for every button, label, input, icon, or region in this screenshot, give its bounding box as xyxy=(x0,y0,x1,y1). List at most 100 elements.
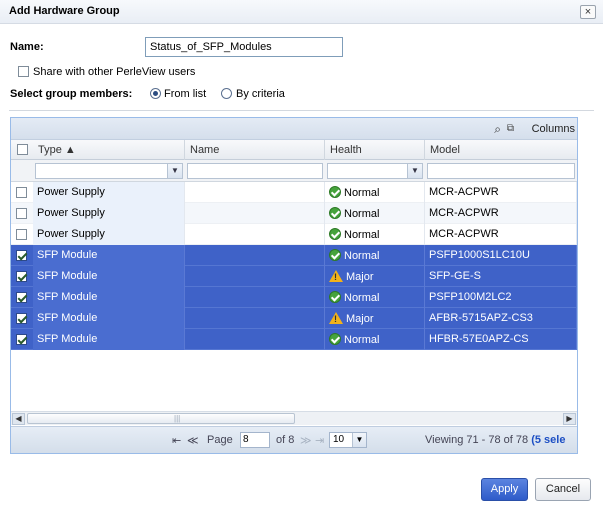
type-filter-select[interactable]: ▼ xyxy=(35,163,183,179)
cell-type: SFP Module xyxy=(33,308,185,329)
column-header-health[interactable]: Health xyxy=(325,140,425,160)
cell-model: PSFP100M2LC2 xyxy=(425,287,577,308)
from-list-radio[interactable] xyxy=(150,88,161,99)
grip-icon: ||| xyxy=(174,414,181,423)
row-checkbox[interactable] xyxy=(16,313,27,324)
table-row[interactable]: SFP Module Normal PSFP100M2LC2 xyxy=(11,287,577,308)
column-header-name[interactable]: Name xyxy=(185,140,325,160)
ok-icon xyxy=(329,186,341,198)
cell-health: Normal xyxy=(325,329,425,350)
viewing-status: Viewing 71 - 78 of 78 (5 sele xyxy=(425,434,565,446)
cell-health: Major xyxy=(325,308,425,329)
name-input[interactable]: Status_of_SFP_Modules xyxy=(145,37,343,57)
page-number-input[interactable]: 8 xyxy=(240,432,270,448)
row-checkbox[interactable] xyxy=(16,271,27,282)
warning-icon xyxy=(329,270,343,282)
name-label: Name: xyxy=(10,41,44,53)
ok-icon xyxy=(329,228,341,240)
cell-health: Normal xyxy=(325,224,425,245)
chevron-down-icon: ▼ xyxy=(167,164,182,178)
from-list-label: From list xyxy=(164,88,207,100)
warning-icon xyxy=(329,312,343,324)
column-header-type[interactable]: Type ▲ xyxy=(33,140,185,160)
row-checkbox[interactable] xyxy=(16,229,27,240)
health-text: Normal xyxy=(344,292,380,304)
ok-icon xyxy=(329,291,341,303)
dialog-title: Add Hardware Group xyxy=(9,5,120,17)
hardware-grid: ⌕ ⧉ Columns Type ▲ Name Health Model ▼ ▼… xyxy=(10,117,578,454)
first-page-icon[interactable]: ⇤ xyxy=(172,434,181,447)
health-filter-select[interactable]: ▼ xyxy=(327,163,423,179)
viewing-text: Viewing 71 - 78 of 78 xyxy=(425,434,529,446)
cell-type: Power Supply xyxy=(33,182,185,203)
cell-name xyxy=(185,224,325,245)
health-text: Major xyxy=(346,271,374,283)
cell-name xyxy=(185,203,325,224)
cell-name xyxy=(185,308,325,329)
row-checkbox[interactable] xyxy=(16,292,27,303)
health-text: Normal xyxy=(344,187,380,199)
cell-type: SFP Module xyxy=(33,245,185,266)
by-criteria-radio[interactable] xyxy=(221,88,232,99)
row-checkbox[interactable] xyxy=(16,208,27,219)
scrollbar-thumb[interactable]: ||| xyxy=(27,413,295,424)
cell-name xyxy=(185,329,325,350)
cell-name xyxy=(185,182,325,203)
selection-count-link[interactable]: (5 sele xyxy=(531,434,565,446)
search-icon[interactable]: ⌕ xyxy=(494,122,501,137)
cancel-button[interactable]: Cancel xyxy=(535,478,591,501)
cell-model: MCR-ACPWR xyxy=(425,224,577,245)
health-text: Major xyxy=(346,313,374,325)
horizontal-scrollbar[interactable]: ◀ ||| ▶ xyxy=(11,411,577,425)
select-all-checkbox[interactable] xyxy=(17,144,28,155)
row-checkbox[interactable] xyxy=(16,187,27,198)
table-row[interactable]: SFP Module Major SFP-GE-S xyxy=(11,266,577,287)
columns-button[interactable]: Columns xyxy=(532,123,575,135)
table-row[interactable]: SFP Module Major AFBR-5715APZ-CS3 xyxy=(11,308,577,329)
cell-name xyxy=(185,266,325,287)
row-checkbox[interactable] xyxy=(16,334,27,345)
chevron-down-icon: ▼ xyxy=(407,164,422,178)
columns-icon[interactable]: ⧉ xyxy=(507,123,514,134)
ok-icon xyxy=(329,207,341,219)
column-header-model[interactable]: Model xyxy=(425,140,577,160)
row-checkbox[interactable] xyxy=(16,250,27,261)
grid-toolbar: ⌕ ⧉ Columns xyxy=(11,118,577,140)
divider xyxy=(9,110,594,111)
cell-model: MCR-ACPWR xyxy=(425,203,577,224)
pager: ⇤ ≪ Page 8 of 8 ≫ ⇥ 10 ▼ Viewing 71 - 78 … xyxy=(11,426,577,453)
page-label: Page xyxy=(207,434,233,446)
close-icon[interactable]: × xyxy=(580,5,596,19)
share-checkbox[interactable] xyxy=(18,66,29,77)
cell-type: Power Supply xyxy=(33,203,185,224)
table-row[interactable]: SFP Module Normal PSFP1000S1LC10U xyxy=(11,245,577,266)
apply-button[interactable]: Apply xyxy=(481,478,528,501)
table-row[interactable]: SFP Module Normal HFBR-57E0APZ-CS xyxy=(11,329,577,350)
cell-model: HFBR-57E0APZ-CS xyxy=(425,329,577,350)
health-text: Normal xyxy=(344,229,380,241)
last-page-icon[interactable]: ⇥ xyxy=(315,434,324,447)
page-size-value: 10 xyxy=(333,434,345,445)
model-filter-input[interactable] xyxy=(427,163,575,179)
dialog-titlebar: Add Hardware Group × xyxy=(0,0,603,24)
prev-page-icon[interactable]: ≪ xyxy=(187,434,199,447)
next-page-icon[interactable]: ≫ xyxy=(300,434,312,447)
table-row[interactable]: Power Supply Normal MCR-ACPWR xyxy=(11,203,577,224)
cell-model: MCR-ACPWR xyxy=(425,182,577,203)
table-row[interactable]: Power Supply Normal MCR-ACPWR xyxy=(11,224,577,245)
cell-health: Normal xyxy=(325,203,425,224)
share-label: Share with other PerleView users xyxy=(33,66,196,78)
cell-model: SFP-GE-S xyxy=(425,266,577,287)
cell-name xyxy=(185,245,325,266)
cell-model: AFBR-5715APZ-CS3 xyxy=(425,308,577,329)
page-size-select[interactable]: 10 ▼ xyxy=(329,432,367,448)
cell-type: SFP Module xyxy=(33,287,185,308)
cell-type: SFP Module xyxy=(33,266,185,287)
scroll-left-icon[interactable]: ◀ xyxy=(12,413,25,425)
table-row[interactable]: Power Supply Normal MCR-ACPWR xyxy=(11,182,577,203)
page-count: of 8 xyxy=(276,434,295,446)
health-text: Normal xyxy=(344,334,380,346)
add-hardware-group-dialog: Add Hardware Group × Name: Status_of_SFP… xyxy=(0,0,603,506)
scroll-right-icon[interactable]: ▶ xyxy=(563,413,576,425)
name-filter-input[interactable] xyxy=(187,163,323,179)
